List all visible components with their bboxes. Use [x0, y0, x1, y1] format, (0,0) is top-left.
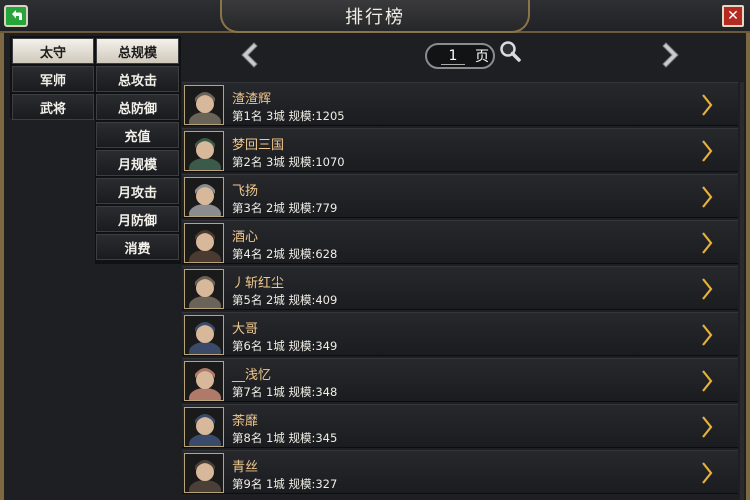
- ranking-row[interactable]: 渣渣辉第1名 3城 规模:1205: [182, 82, 738, 126]
- player-rank-info: 第8名 1城 规模:345: [232, 431, 338, 445]
- page-title: 排行榜: [345, 6, 405, 28]
- player-name: 青丝: [232, 460, 259, 475]
- chevron-right-icon[interactable]: [700, 277, 714, 301]
- page-indicator[interactable]: 1 页: [425, 43, 495, 69]
- chevron-right-icon[interactable]: [700, 93, 714, 117]
- ranking-row[interactable]: 酒心第4名 2城 规模:628: [182, 220, 738, 264]
- close-button[interactable]: ✕: [722, 5, 744, 27]
- subcategory-tabs: 总规模 总攻击 总防御 充值 月规模 月攻击 月防御 消费: [96, 38, 179, 262]
- player-name: 大哥: [232, 322, 259, 337]
- player-avatar: [184, 85, 224, 125]
- ranking-row[interactable]: 丿斩红尘第5名 2城 规模:409: [182, 266, 738, 310]
- player-rank-info: 第5名 2城 规模:409: [232, 293, 338, 307]
- chevron-right-icon[interactable]: [700, 185, 714, 209]
- ranking-row[interactable]: 青丝第9名 1城 规模:327: [182, 450, 738, 494]
- player-rank-info: 第2名 3城 规模:1070: [232, 155, 345, 169]
- player-avatar: [184, 223, 224, 263]
- player-rank-info: 第1名 3城 规模:1205: [232, 109, 345, 123]
- page-number-input[interactable]: 1: [441, 48, 465, 65]
- back-button[interactable]: [4, 5, 28, 27]
- player-rank-info: 第9名 1城 规模:327: [232, 477, 338, 491]
- player-rank-info: 第7名 1城 规模:348: [232, 385, 338, 399]
- close-x-icon: ✕: [727, 8, 739, 24]
- player-rank-info: 第6名 1城 规模:349: [232, 339, 338, 353]
- scrollbar[interactable]: [740, 82, 744, 500]
- ranking-row[interactable]: 梦回三国第2名 3城 规模:1070: [182, 128, 738, 172]
- sub-tab-total-scale[interactable]: 总规模: [96, 38, 179, 64]
- player-name: 梦回三国: [232, 138, 285, 153]
- title-bar: 排行榜 ✕: [0, 0, 750, 33]
- player-avatar: [184, 177, 224, 217]
- chevron-right-icon[interactable]: [700, 231, 714, 255]
- player-name: __浅忆: [232, 368, 272, 383]
- magnifier-icon[interactable]: [499, 40, 521, 62]
- ranking-row[interactable]: 飞扬第3名 2城 规模:779: [182, 174, 738, 218]
- player-name: 丿斩红尘: [232, 276, 285, 291]
- prev-arrow-icon[interactable]: [236, 40, 264, 70]
- sub-tab-month-attack[interactable]: 月攻击: [96, 178, 179, 204]
- chevron-right-icon[interactable]: [700, 369, 714, 393]
- category-tab-taishou[interactable]: 太守: [12, 38, 94, 64]
- player-avatar: [184, 453, 224, 493]
- title-cartouche: 排行榜: [220, 0, 530, 33]
- chevron-right-icon[interactable]: [700, 139, 714, 163]
- player-name: 酒心: [232, 230, 259, 245]
- chevron-right-icon[interactable]: [700, 461, 714, 485]
- sub-tab-month-scale[interactable]: 月规模: [96, 150, 179, 176]
- player-avatar: [184, 131, 224, 171]
- sub-tab-consume[interactable]: 消费: [96, 234, 179, 260]
- category-tabs: 太守 军师 武将: [12, 38, 94, 122]
- next-arrow-icon[interactable]: [656, 40, 684, 70]
- category-tab-junshi[interactable]: 军师: [12, 66, 94, 92]
- chevron-right-icon[interactable]: [700, 415, 714, 439]
- sub-tab-total-attack[interactable]: 总攻击: [96, 66, 179, 92]
- page-unit-label: 页: [475, 49, 489, 65]
- ranking-row[interactable]: 荼靡第8名 1城 规模:345: [182, 404, 738, 448]
- sub-tab-total-defense[interactable]: 总防御: [96, 94, 179, 120]
- player-name: 渣渣辉: [232, 92, 272, 107]
- player-rank-info: 第4名 2城 规模:628: [232, 247, 338, 261]
- player-rank-info: 第3名 2城 规模:779: [232, 201, 338, 215]
- player-name: 飞扬: [232, 184, 259, 199]
- player-avatar: [184, 269, 224, 309]
- sub-tab-month-defense[interactable]: 月防御: [96, 206, 179, 232]
- chevron-right-icon[interactable]: [700, 323, 714, 347]
- ranking-list: 渣渣辉 第1名 3城 规模:1205 梦回三国 第2名 3城 规模:1070 飞扬 第3名…: [182, 82, 738, 496]
- category-tab-wujiang[interactable]: 武将: [12, 94, 94, 120]
- player-avatar: [184, 407, 224, 447]
- sub-tab-recharge[interactable]: 充值: [96, 122, 179, 148]
- ranking-row[interactable]: 大哥第6名 1城 规模:349: [182, 312, 738, 356]
- back-arrow-icon: [12, 10, 22, 20]
- ranking-row[interactable]: __浅忆第7名 1城 规模:348: [182, 358, 738, 402]
- player-avatar: [184, 315, 224, 355]
- player-name: 荼靡: [232, 414, 259, 429]
- player-avatar: [184, 361, 224, 401]
